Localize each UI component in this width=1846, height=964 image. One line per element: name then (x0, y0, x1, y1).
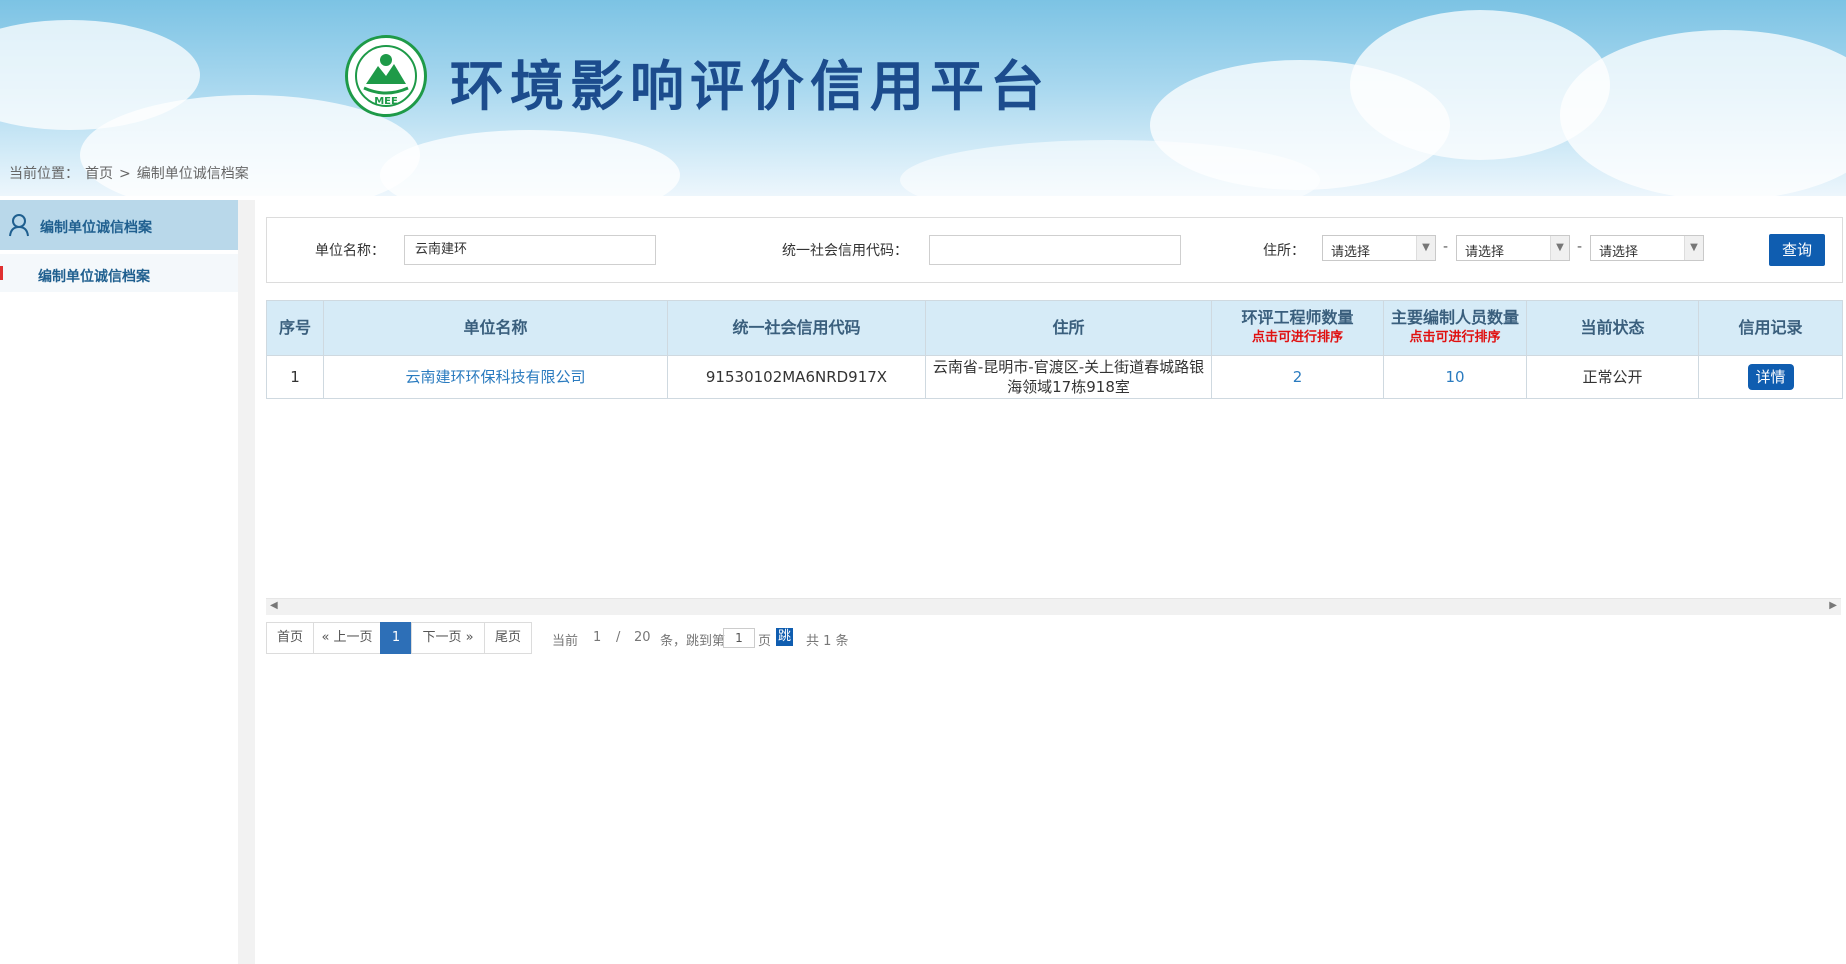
chevron-down-icon: ▼ (1684, 236, 1703, 260)
mee-logo: MEE (345, 35, 427, 117)
jump-button[interactable]: 跳转 (776, 628, 794, 662)
chevron-down-icon: ▼ (1550, 236, 1569, 260)
staff-count-link[interactable]: 10 (1445, 368, 1464, 386)
header-engineers-sortable[interactable]: 环评工程师数量 点击可进行排序 (1211, 300, 1384, 356)
header-staff-sortable[interactable]: 主要编制人员数量 点击可进行排序 (1383, 300, 1527, 356)
city-select[interactable]: 请选择 ▼ (1456, 235, 1570, 261)
table-row: 1 云南建环环保科技有限公司 91530102MA6NRD917X 云南省-昆明… (266, 355, 1843, 399)
province-select-value: 请选择 (1331, 245, 1371, 260)
header-status: 当前状态 (1526, 300, 1699, 356)
last-page-button[interactable]: 尾页 (484, 622, 532, 654)
page-1-button[interactable]: 1 (380, 622, 412, 654)
unit-name-input[interactable]: 云南建环 (404, 235, 656, 265)
jump-page-input[interactable]: 1 (723, 628, 755, 648)
unit-name-link[interactable]: 云南建环环保科技有限公司 (405, 368, 585, 386)
credit-code-label: 统一社会信用代码： (782, 243, 908, 259)
cell-no: 1 (266, 355, 324, 399)
pager-current-page: 1 (593, 630, 602, 645)
results-table: 序号 单位名称 统一社会信用代码 住所 环评工程师数量 点击可进行排序 主要编制… (266, 300, 1843, 399)
header-credit-record: 信用记录 (1698, 300, 1843, 356)
table-header-row: 序号 单位名称 统一社会信用代码 住所 环评工程师数量 点击可进行排序 主要编制… (266, 300, 1843, 356)
sidebar-header[interactable]: 编制单位诚信档案 (0, 200, 238, 250)
city-select-value: 请选择 (1465, 245, 1505, 260)
breadcrumb-current: 编制单位诚信档案 (136, 166, 249, 182)
active-marker (0, 266, 3, 280)
query-button[interactable]: 查询 (1769, 234, 1825, 266)
sidebar-item-label: 编制单位诚信档案 (38, 269, 150, 285)
header-banner: MEE 环境影响评价信用平台 当前位置： 首页 > 编制单位诚信档案 (0, 0, 1846, 196)
pager-per-page: 20 (634, 630, 651, 645)
address-dash: - (1577, 239, 1583, 255)
engineers-count-link[interactable]: 2 (1293, 368, 1303, 386)
header-no: 序号 (266, 300, 324, 356)
first-page-button[interactable]: 首页 (266, 622, 314, 654)
sidebar-item-integrity-archive[interactable]: 编制单位诚信档案 (0, 254, 238, 292)
pager-current-label: 当前 (552, 634, 579, 649)
breadcrumb-separator: > (119, 166, 131, 182)
scroll-right-icon[interactable]: ▶ (1829, 600, 1837, 611)
cell-status: 正常公开 (1526, 355, 1699, 399)
credit-code-input[interactable] (929, 235, 1181, 265)
district-select-value: 请选择 (1599, 245, 1639, 260)
breadcrumb-prefix: 当前位置： (9, 166, 79, 182)
breadcrumb: 当前位置： 首页 > 编制单位诚信档案 (9, 163, 255, 183)
unit-name-label: 单位名称： (315, 243, 385, 259)
breadcrumb-home-link[interactable]: 首页 (85, 166, 113, 182)
address-label: 住所： (1263, 243, 1305, 259)
address-dash: - (1443, 239, 1449, 255)
search-panel: 单位名称： 云南建环 统一社会信用代码： 住所： 请选择 ▼ - 请选择 ▼ -… (266, 217, 1843, 283)
prev-page-button[interactable]: « 上一页 (313, 622, 381, 654)
header-engineers-label: 环评工程师数量 (1241, 308, 1354, 327)
next-page-button[interactable]: 下一页 » (411, 622, 485, 654)
header-address: 住所 (925, 300, 1212, 356)
header-credit-code: 统一社会信用代码 (667, 300, 926, 356)
province-select[interactable]: 请选择 ▼ (1322, 235, 1436, 261)
header-unit-name: 单位名称 (323, 300, 668, 356)
logo-text: MEE (374, 96, 398, 107)
cell-address: 云南省-昆明市-官渡区-关上街道春城路银海领域17栋918室 (925, 355, 1212, 399)
pager-slash: / (616, 630, 621, 645)
sidebar: 编制单位诚信档案 编制单位诚信档案 (0, 200, 255, 964)
header-staff-label: 主要编制人员数量 (1390, 308, 1519, 327)
chevron-down-icon: ▼ (1416, 236, 1435, 260)
pager-jump-prefix: 条，跳到第 (660, 634, 726, 649)
header-engineers-sort-hint: 点击可进行排序 (1251, 330, 1343, 345)
site-title: 环境影响评价信用平台 (450, 55, 1050, 118)
pager-total: 共 1 条 (806, 634, 849, 649)
detail-button[interactable]: 详情 (1747, 364, 1794, 390)
user-icon (8, 213, 30, 241)
scroll-left-icon[interactable]: ◀ (270, 600, 278, 611)
pager-page-unit: 页 (758, 634, 772, 649)
horizontal-scrollbar[interactable]: ◀ ▶ (266, 598, 1841, 615)
district-select[interactable]: 请选择 ▼ (1590, 235, 1704, 261)
sidebar-header-label: 编制单位诚信档案 (40, 220, 152, 236)
header-staff-sort-hint: 点击可进行排序 (1409, 330, 1501, 345)
cell-credit-code: 91530102MA6NRD917X (667, 355, 926, 399)
